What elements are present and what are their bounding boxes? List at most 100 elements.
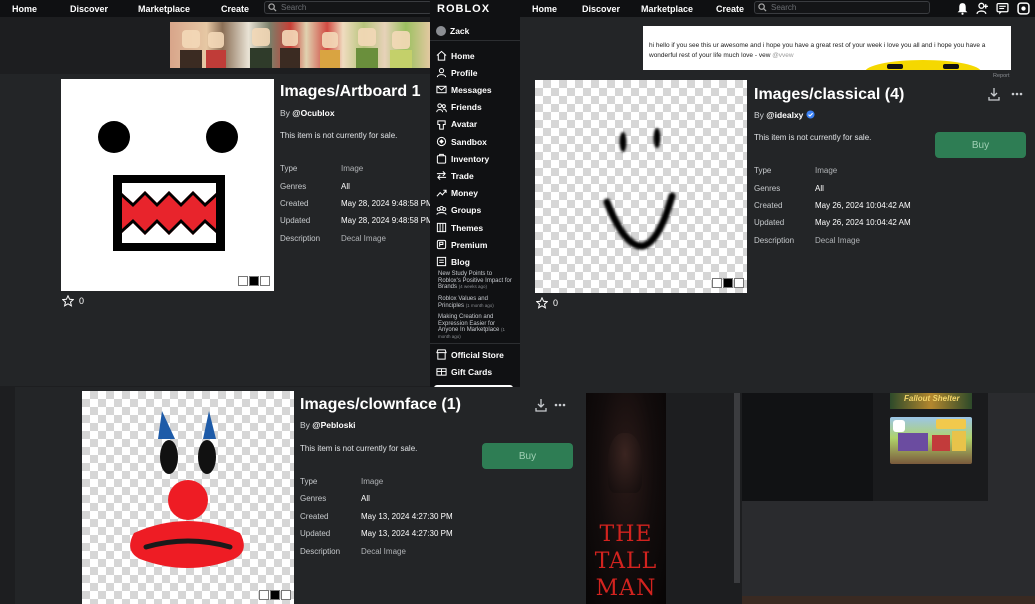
nav-marketplace-link[interactable]: Marketplace bbox=[138, 4, 190, 14]
roblox-logo[interactable]: ROBLOX bbox=[437, 3, 490, 15]
swatch-black[interactable] bbox=[270, 590, 280, 600]
blog-post-link[interactable]: New Study Points to Roblox's Positive Im… bbox=[438, 271, 512, 291]
buy-button[interactable]: Buy bbox=[482, 443, 573, 469]
sidebar-item-profile[interactable]: Profile bbox=[436, 67, 477, 78]
sidebar-item-money[interactable]: Money bbox=[436, 188, 478, 199]
updated-value: May 26, 2024 10:04:42 AM bbox=[815, 218, 911, 227]
item-thumbnail[interactable] bbox=[535, 80, 747, 293]
swatch-white[interactable] bbox=[259, 590, 269, 600]
blog-post-link[interactable]: Roblox Values and Principles (1 month ag… bbox=[438, 296, 512, 309]
genres-value[interactable]: All bbox=[361, 494, 370, 503]
genres-label: Genres bbox=[754, 184, 781, 193]
swatch-transparent[interactable] bbox=[260, 276, 270, 286]
game-title: Fallout Shelter bbox=[904, 394, 960, 403]
search-input[interactable]: Search bbox=[264, 1, 432, 14]
background-swatches[interactable] bbox=[712, 278, 744, 288]
creator-link[interactable]: @Ocublox bbox=[292, 108, 334, 118]
creator-link[interactable]: @idealxy bbox=[766, 110, 803, 120]
sidebar-item-home[interactable]: Home bbox=[436, 50, 475, 61]
favorite-count: 0 bbox=[553, 298, 559, 308]
sidebar-item-themes[interactable]: Themes bbox=[436, 222, 483, 233]
item-thumbnail[interactable] bbox=[82, 391, 294, 604]
notifications-bell-icon[interactable] bbox=[956, 2, 969, 15]
sponsored-ad-banner[interactable]: hi hello if you see this ur awesome and … bbox=[643, 26, 1011, 70]
nav-marketplace-link[interactable]: Marketplace bbox=[641, 4, 693, 14]
nav-home-link[interactable]: Home bbox=[532, 4, 557, 14]
more-options-icon[interactable] bbox=[553, 398, 567, 412]
friends-icon[interactable] bbox=[976, 2, 989, 15]
creator-byline: By @Pebloski bbox=[300, 420, 356, 430]
swatch-white[interactable] bbox=[712, 278, 722, 288]
game-tile-thumbnail[interactable] bbox=[890, 417, 972, 464]
sidebar-item-official-store[interactable]: Official Store bbox=[436, 349, 504, 360]
link-icon bbox=[893, 420, 905, 432]
sale-status: This item is not currently for sale. bbox=[754, 133, 872, 142]
sidebar-item-trade[interactable]: Trade bbox=[436, 170, 474, 181]
updated-value: May 28, 2024 9:48:58 PM bbox=[341, 216, 433, 225]
search-placeholder: Search bbox=[281, 3, 307, 12]
nav-create-link[interactable]: Create bbox=[716, 4, 744, 14]
background-swatches[interactable] bbox=[259, 590, 291, 600]
swatch-black[interactable] bbox=[249, 276, 259, 286]
swatch-transparent[interactable] bbox=[734, 278, 744, 288]
swatch-transparent[interactable] bbox=[281, 590, 291, 600]
clown-face-image bbox=[130, 411, 244, 568]
download-icon[interactable] bbox=[534, 398, 548, 412]
created-value: May 13, 2024 4:27:30 PM bbox=[361, 512, 453, 521]
nav-discover-link[interactable]: Discover bbox=[582, 4, 620, 14]
favorite-button[interactable]: 0 bbox=[62, 295, 84, 307]
creator-link[interactable]: @Pebloski bbox=[312, 420, 355, 430]
download-icon[interactable] bbox=[987, 87, 1001, 101]
avatar bbox=[436, 26, 446, 36]
smiley-ad-graphic bbox=[865, 60, 981, 70]
genres-value[interactable]: All bbox=[341, 182, 350, 191]
sidebar-item-messages[interactable]: Messages bbox=[436, 84, 492, 95]
ad-report-link[interactable]: Report bbox=[993, 73, 1010, 79]
username: Zack bbox=[450, 26, 470, 36]
buy-button[interactable]: Buy bbox=[935, 132, 1026, 158]
genres-value[interactable]: All bbox=[815, 184, 824, 193]
sidebar-item-label: Avatar bbox=[451, 119, 478, 130]
description-label: Description bbox=[754, 236, 795, 245]
sidebar-item-groups[interactable]: Groups bbox=[436, 205, 481, 216]
movie-poster-image: THE TALL MAN bbox=[586, 393, 666, 604]
more-options-icon[interactable] bbox=[1010, 87, 1024, 101]
sidebar-item-friends[interactable]: Friends bbox=[436, 102, 482, 113]
swatch-white[interactable] bbox=[238, 276, 248, 286]
friends-icon bbox=[436, 102, 447, 112]
sidebar-item-gift-cards[interactable]: Gift Cards bbox=[436, 366, 492, 377]
item-thumbnail[interactable] bbox=[61, 79, 274, 291]
robux-icon[interactable] bbox=[1017, 2, 1030, 15]
nav-discover-link[interactable]: Discover bbox=[70, 4, 108, 14]
swatch-black[interactable] bbox=[723, 278, 733, 288]
sidebar-item-label: Profile bbox=[451, 67, 478, 78]
divider bbox=[430, 343, 520, 344]
description-label: Description bbox=[280, 234, 321, 243]
nav-home-link[interactable]: Home bbox=[12, 4, 37, 14]
shadow-figure bbox=[608, 433, 642, 493]
sidebar-item-sandbox[interactable]: Sandbox bbox=[436, 136, 487, 147]
background-swatches[interactable] bbox=[238, 276, 270, 286]
sidebar-item-premium[interactable]: Premium bbox=[436, 239, 487, 250]
home-icon bbox=[436, 50, 447, 61]
user-profile-row[interactable]: Zack bbox=[436, 26, 469, 36]
favorite-button[interactable]: 0 bbox=[536, 297, 558, 309]
sidebar-item-label: Themes bbox=[451, 222, 484, 233]
ad-handle: @vvew bbox=[772, 52, 794, 59]
sidebar-item-blog[interactable]: Blog bbox=[436, 256, 470, 267]
sale-status: This item is not currently for sale. bbox=[300, 444, 418, 453]
money-icon bbox=[436, 189, 447, 197]
sidebar-item-inventory[interactable]: Inventory bbox=[436, 153, 489, 164]
created-label: Created bbox=[300, 512, 329, 521]
avatar-figures bbox=[180, 28, 412, 68]
nav-create-link[interactable]: Create bbox=[221, 4, 249, 14]
search-placeholder: Search bbox=[771, 3, 797, 12]
blog-post-link[interactable]: Making Creation and Expression Easier fo… bbox=[438, 314, 512, 340]
created-value: May 26, 2024 10:04:42 AM bbox=[815, 201, 911, 210]
themes-icon bbox=[436, 222, 447, 233]
scrollbar[interactable] bbox=[734, 393, 740, 583]
search-input[interactable]: Search bbox=[754, 1, 930, 14]
chat-icon[interactable] bbox=[996, 2, 1009, 15]
game-tile-fallout-shelter[interactable]: Fallout Shelter bbox=[890, 393, 972, 409]
sidebar-item-avatar[interactable]: Avatar bbox=[436, 119, 477, 130]
